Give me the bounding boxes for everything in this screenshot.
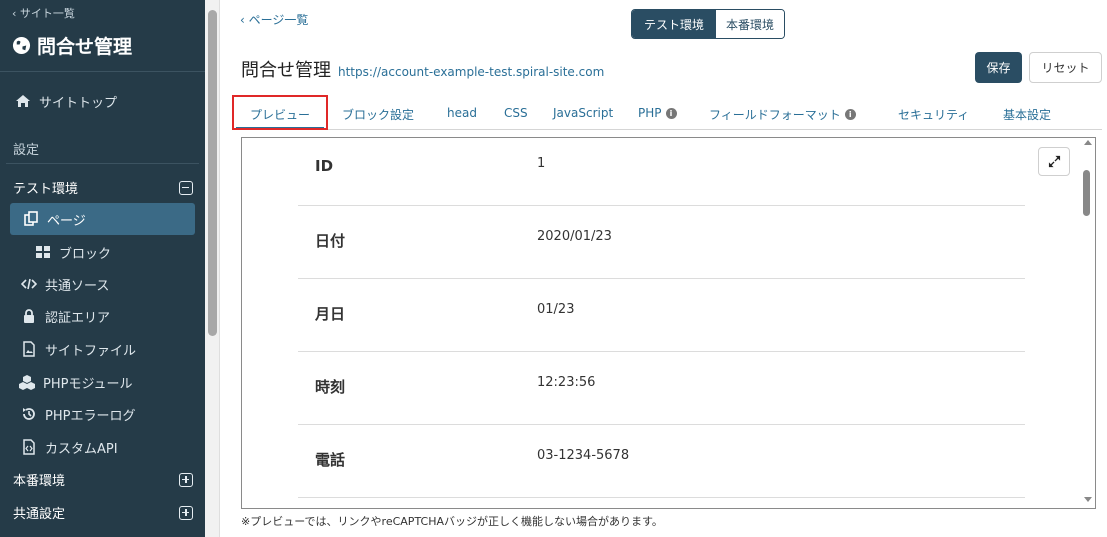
scroll-up-arrow-icon[interactable] [1084,140,1092,145]
lock-icon [20,307,38,325]
sidebar-item-pages[interactable]: ページ [0,205,205,233]
collapse-icon[interactable] [179,180,193,195]
sidebar-item-label: サイトファイル [45,343,137,359]
tab-security[interactable]: セキュリティ [898,106,969,123]
tab-label: セキュリティ [898,108,970,122]
prod-env-group[interactable]: 本番環境 [13,470,193,489]
settings-section-label: 設定 [13,143,40,158]
table-row: ID 1 [298,138,1025,206]
field-label: 時刻 [315,378,346,396]
sidebar-item-blocks[interactable]: ブロック [0,238,205,266]
field-value: 01/23 [537,302,575,317]
sidebar-item-label: PHPエラーログ [45,408,136,424]
image-file-icon [20,340,38,358]
tab-field-format[interactable]: フィールドフォーマット i [709,106,856,123]
pages-icon [22,210,40,228]
common-settings-label: 共通設定 [13,507,66,522]
tab-javascript[interactable]: JavaScript [553,106,613,120]
home-icon [14,92,32,110]
tab-label: CSS [504,106,528,120]
preview-frame[interactable]: ID 1 日付 2020/01/23 月日 01/23 時刻 12:23:56 … [241,137,1096,509]
sidebar: ‹ サイト一覧 問合せ管理 サイトトップ 設定 テスト環境 ページ ブロック 共… [0,0,205,537]
tab-block-settings[interactable]: ブロック設定 [342,106,414,123]
code-icon [20,275,38,293]
sidebar-item-site-files[interactable]: サイトファイル [0,335,205,363]
scroll-down-arrow-icon[interactable] [1084,497,1092,502]
preview-scrollbar[interactable] [1080,138,1095,508]
scrollbar-thumb[interactable] [1083,170,1090,216]
sidebar-item-custom-api[interactable]: カスタムAPI [0,433,205,461]
table-row: 月日 01/23 [298,279,1025,352]
sidebar-divider [0,71,205,72]
tab-label: head [447,106,477,120]
field-value: 03-1234-5678 [537,448,630,463]
field-value: 12:23:56 [537,375,596,390]
page-title-text: 問合せ管理 [241,60,331,81]
info-icon: i [844,109,856,120]
expand-icon[interactable] [179,472,193,487]
sidebar-item-label: ページ [47,213,86,229]
tab-basic-settings[interactable]: 基本設定 [1003,106,1051,123]
tab-bar: プレビュー ブロック設定 head CSS JavaScript PHP i フィ… [232,97,1102,130]
tab-label: PHP [638,106,662,120]
field-label: 電話 [315,451,346,469]
common-settings-group[interactable]: 共通設定 [13,503,193,522]
reset-button[interactable]: リセット [1029,52,1102,83]
field-value: 1 [537,156,546,171]
tab-label: ブロック設定 [342,108,415,122]
breadcrumb-page-list[interactable]: ‹ ページ一覧 [240,11,308,28]
test-env-group[interactable]: テスト環境 [13,178,193,197]
expand-arrows-icon [1048,155,1060,168]
block-icon [34,243,52,261]
env-prod-button[interactable]: 本番環境 [716,10,785,38]
globe-icon [12,36,31,55]
tab-label: 基本設定 [1003,108,1052,122]
back-to-sites-link[interactable]: ‹ サイト一覧 [12,5,75,21]
scrollbar-thumb[interactable] [208,10,217,336]
tab-css[interactable]: CSS [504,106,528,120]
table-row: 日付 2020/01/23 [298,206,1025,279]
info-icon: i [665,107,677,119]
sidebar-item-label: 共通ソース [45,278,110,294]
tab-php[interactable]: PHP i [638,106,677,120]
table-row: 時刻 12:23:56 [298,352,1025,425]
test-env-label: テスト環境 [13,182,79,197]
field-label: ID [315,157,334,175]
sidebar-scrollbar[interactable] [205,0,220,537]
active-tab-highlight-box [232,95,328,130]
cubes-icon [18,373,36,391]
fullscreen-button[interactable] [1038,147,1070,176]
tab-label: JavaScript [553,106,614,120]
sidebar-item-common-source[interactable]: 共通ソース [0,270,205,298]
sidebar-item-php-error-log[interactable]: PHPエラーログ [0,400,205,428]
sidebar-item-label: 認証エリア [45,310,111,326]
tab-head[interactable]: head [447,106,477,120]
sidebar-item-label: ブロック [59,246,112,262]
sidebar-item-label: サイトトップ [39,95,118,111]
field-label: 日付 [315,232,346,250]
tab-label: フィールドフォーマット [709,108,841,122]
site-title: 問合せ管理 [12,32,132,59]
field-value: 2020/01/23 [537,229,612,244]
save-button[interactable]: 保存 [975,52,1022,83]
env-toggle: テスト環境 本番環境 [631,9,786,39]
sidebar-item-label: PHPモジュール [43,376,133,392]
sidebar-divider [6,163,199,164]
history-icon [20,405,38,423]
sidebar-item-label: カスタムAPI [45,441,118,457]
table-row: 電話 03-1234-5678 [298,425,1025,498]
page-url-link[interactable]: https://account-example-test.spiral-site… [338,65,604,79]
field-label: 月日 [315,305,346,323]
expand-icon[interactable] [179,505,193,520]
env-test-button[interactable]: テスト環境 [632,10,717,38]
api-file-icon [20,438,38,456]
sidebar-item-php-modules[interactable]: PHPモジュール [0,368,205,396]
sidebar-item-site-top[interactable]: サイトトップ [0,87,205,115]
prod-env-label: 本番環境 [13,474,66,489]
preview-notice: ※プレビューでは、リンクやreCAPTCHAバッジが正しく機能しない場合がありま… [241,515,663,528]
page-title: 問合せ管理 https://account-example-test.spira… [241,56,604,82]
sidebar-item-auth-area[interactable]: 認証エリア [0,302,205,330]
site-title-text: 問合せ管理 [37,36,133,58]
